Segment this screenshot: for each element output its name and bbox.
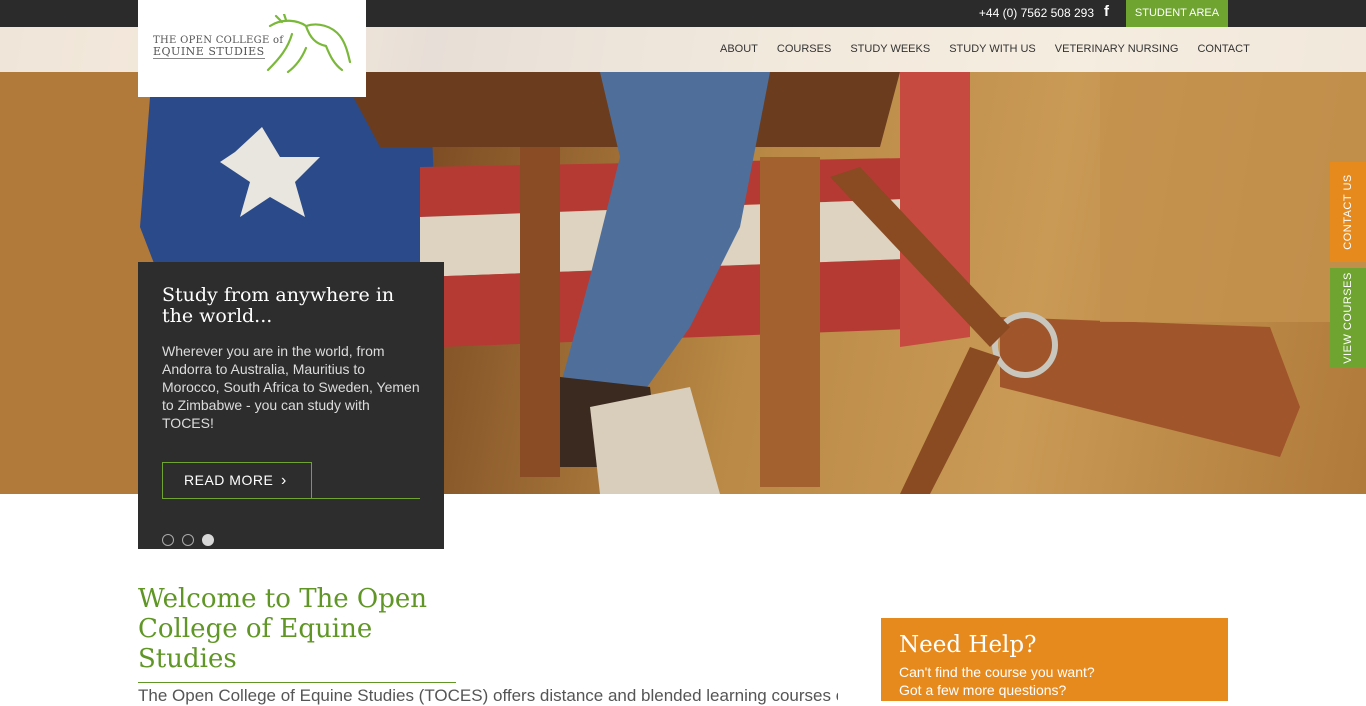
- nav-study-with-us[interactable]: STUDY WITH US: [949, 43, 1036, 55]
- facebook-icon[interactable]: f: [1104, 3, 1116, 21]
- contact-us-tab-label: CONTACT US: [1342, 174, 1354, 250]
- logo-line-2: EQUINE STUDIES: [153, 45, 265, 59]
- intro-text: The Open College of Equine Studies (TOCE…: [138, 686, 838, 705]
- view-courses-tab[interactable]: VIEW COURSES: [1330, 268, 1366, 368]
- need-help-line-2: Got a few more questions?: [899, 682, 1067, 698]
- nav-courses[interactable]: COURSES: [777, 43, 831, 55]
- nav-study-weeks[interactable]: STUDY WEEKS: [850, 43, 930, 55]
- caption-rule: [312, 498, 420, 499]
- slide-caption: Study from anywhere in the world... Wher…: [138, 262, 444, 549]
- main-nav: ABOUT COURSES STUDY WEEKS STUDY WITH US …: [720, 43, 1269, 55]
- read-more-label: READ MORE: [184, 472, 274, 488]
- horse-logo-icon: [266, 14, 352, 74]
- nav-veterinary-nursing[interactable]: VETERINARY NURSING: [1055, 43, 1179, 55]
- slider-dots: [162, 534, 214, 546]
- slider-dot-3[interactable]: [202, 534, 214, 546]
- need-help-line-1: Can't find the course you want?: [899, 664, 1095, 680]
- need-help-box[interactable]: Need Help? Can't find the course you wan…: [881, 618, 1228, 701]
- chevron-right-icon: ›: [281, 472, 287, 489]
- nav-contact[interactable]: CONTACT: [1197, 43, 1249, 55]
- slider-dot-2[interactable]: [182, 534, 194, 546]
- phone-number[interactable]: +44 (0) 7562 508 293: [979, 6, 1094, 20]
- need-help-title: Need Help?: [899, 632, 1037, 658]
- site-logo[interactable]: THE OPEN COLLEGE of EQUINE STUDIES: [138, 0, 366, 97]
- student-area-button[interactable]: STUDENT AREA: [1126, 0, 1228, 27]
- welcome-heading: Welcome to The Open College of Equine St…: [138, 584, 456, 683]
- slider-dot-1[interactable]: [162, 534, 174, 546]
- read-more-button[interactable]: READ MORE ›: [162, 462, 312, 499]
- slide-body: Wherever you are in the world, from Ando…: [162, 343, 420, 431]
- contact-us-tab[interactable]: CONTACT US: [1330, 162, 1366, 262]
- slide-title: Study from anywhere in the world...: [162, 284, 395, 327]
- view-courses-tab-label: VIEW COURSES: [1342, 272, 1354, 364]
- nav-about[interactable]: ABOUT: [720, 43, 758, 55]
